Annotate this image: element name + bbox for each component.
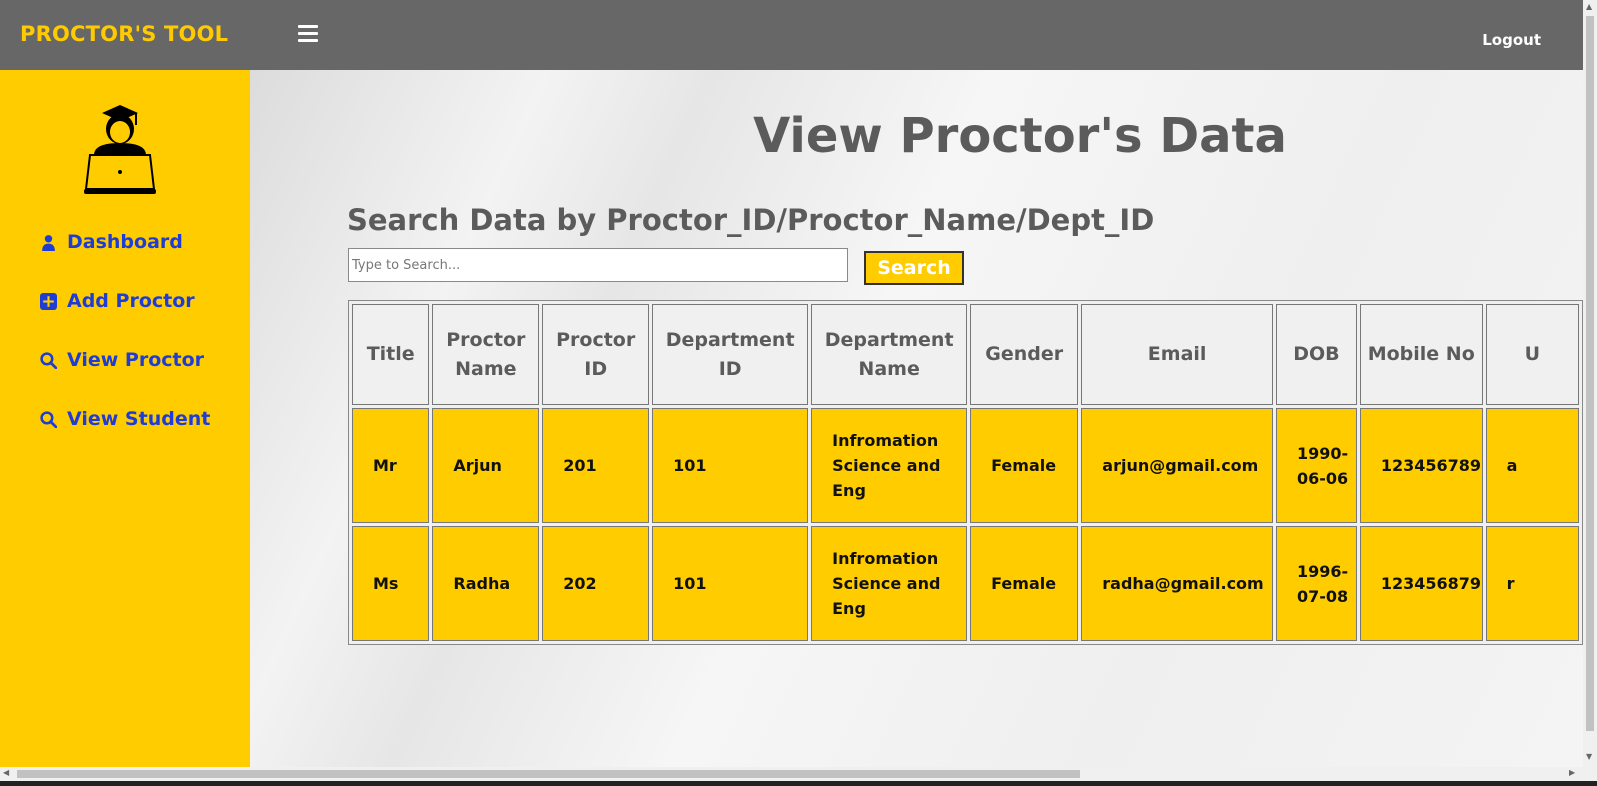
cell-partial: r	[1485, 526, 1579, 641]
sidebar: Dashboard Add Proctor View Proctor View …	[0, 70, 250, 767]
column-header-title: Title	[352, 304, 430, 405]
cell-proctor-id: 201	[542, 408, 650, 523]
cell-proctor-id: 202	[542, 526, 650, 641]
vertical-scrollbar[interactable]: ▲ ▼	[1583, 0, 1597, 767]
search-icon	[40, 410, 57, 428]
cell-mobile-no: 123456879	[1359, 526, 1483, 641]
sidebar-item-label: Dashboard	[67, 231, 183, 253]
table-row: Ms Radha 202 101 Infromation Science and…	[352, 526, 1579, 641]
cell-department-name: Infromation Science and Eng	[811, 526, 968, 641]
scroll-right-arrow-icon[interactable]: ▶	[1569, 768, 1575, 777]
sidebar-item-label: View Proctor	[67, 349, 205, 371]
table-row: Mr Arjun 201 101 Infromation Science and…	[352, 408, 1579, 523]
table-header-row: Title Proctor Name Proctor ID Department…	[352, 304, 1579, 405]
search-input[interactable]	[348, 248, 848, 282]
search-button[interactable]: Search	[864, 251, 964, 285]
scroll-up-arrow-icon[interactable]: ▲	[1586, 2, 1592, 11]
sidebar-item-dashboard[interactable]: Dashboard	[40, 231, 183, 253]
student-laptop-avatar-icon	[84, 105, 156, 194]
cell-proctor-name: Radha	[432, 526, 540, 641]
cell-mobile-no: 123456789	[1359, 408, 1483, 523]
user-icon	[42, 234, 55, 251]
search-label: Search Data by Proctor_ID/Proctor_Name/D…	[347, 203, 1155, 237]
cell-department-name: Infromation Science and Eng	[811, 408, 968, 523]
column-header-email: Email	[1081, 304, 1273, 405]
plus-square-icon	[40, 292, 57, 310]
sidebar-item-label: Add Proctor	[67, 290, 195, 312]
logout-link[interactable]: Logout	[1482, 31, 1541, 49]
page-title: View Proctor's Data	[753, 108, 1287, 164]
cell-proctor-name: Arjun	[432, 408, 540, 523]
cell-department-id: 101	[652, 526, 809, 641]
cell-dob: 1996-07-08	[1275, 526, 1357, 641]
hamburger-menu-icon[interactable]	[298, 25, 318, 43]
horizontal-scrollbar[interactable]: ◀ ▶	[0, 767, 1597, 781]
column-header-department-id: Department ID	[652, 304, 809, 405]
column-header-gender: Gender	[970, 304, 1079, 405]
column-header-proctor-id: Proctor ID	[542, 304, 650, 405]
cell-title: Ms	[352, 526, 430, 641]
column-header-mobile-no: Mobile No	[1359, 304, 1483, 405]
cell-dob: 1990-06-06	[1275, 408, 1357, 523]
cell-partial: a	[1485, 408, 1579, 523]
cell-department-id: 101	[652, 408, 809, 523]
proctor-data-table: Title Proctor Name Proctor ID Department…	[348, 300, 1583, 645]
scroll-left-arrow-icon[interactable]: ◀	[3, 768, 9, 777]
cell-gender: Female	[970, 526, 1079, 641]
column-header-partial: U	[1485, 304, 1579, 405]
column-header-dob: DOB	[1275, 304, 1357, 405]
sidebar-item-add-proctor[interactable]: Add Proctor	[40, 290, 195, 312]
sidebar-item-view-student[interactable]: View Student	[40, 408, 210, 430]
search-icon	[40, 351, 57, 369]
taskbar-strip	[0, 781, 1597, 786]
top-navbar: PROCTOR'S TOOL Logout	[0, 0, 1583, 70]
scroll-down-arrow-icon[interactable]: ▼	[1586, 752, 1592, 761]
sidebar-item-label: View Student	[67, 408, 211, 430]
cell-title: Mr	[352, 408, 430, 523]
column-header-department-name: Department Name	[811, 304, 968, 405]
main-content: View Proctor's Data Search Data by Proct…	[250, 70, 1583, 767]
cell-email: radha@gmail.com	[1081, 526, 1273, 641]
vertical-scrollbar-thumb[interactable]	[1586, 16, 1594, 731]
sidebar-item-view-proctor[interactable]: View Proctor	[40, 349, 204, 371]
horizontal-scrollbar-thumb[interactable]	[17, 770, 1080, 778]
cell-gender: Female	[970, 408, 1079, 523]
column-header-proctor-name: Proctor Name	[432, 304, 540, 405]
brand-logo-text[interactable]: PROCTOR'S TOOL	[20, 22, 228, 46]
cell-email: arjun@gmail.com	[1081, 408, 1273, 523]
